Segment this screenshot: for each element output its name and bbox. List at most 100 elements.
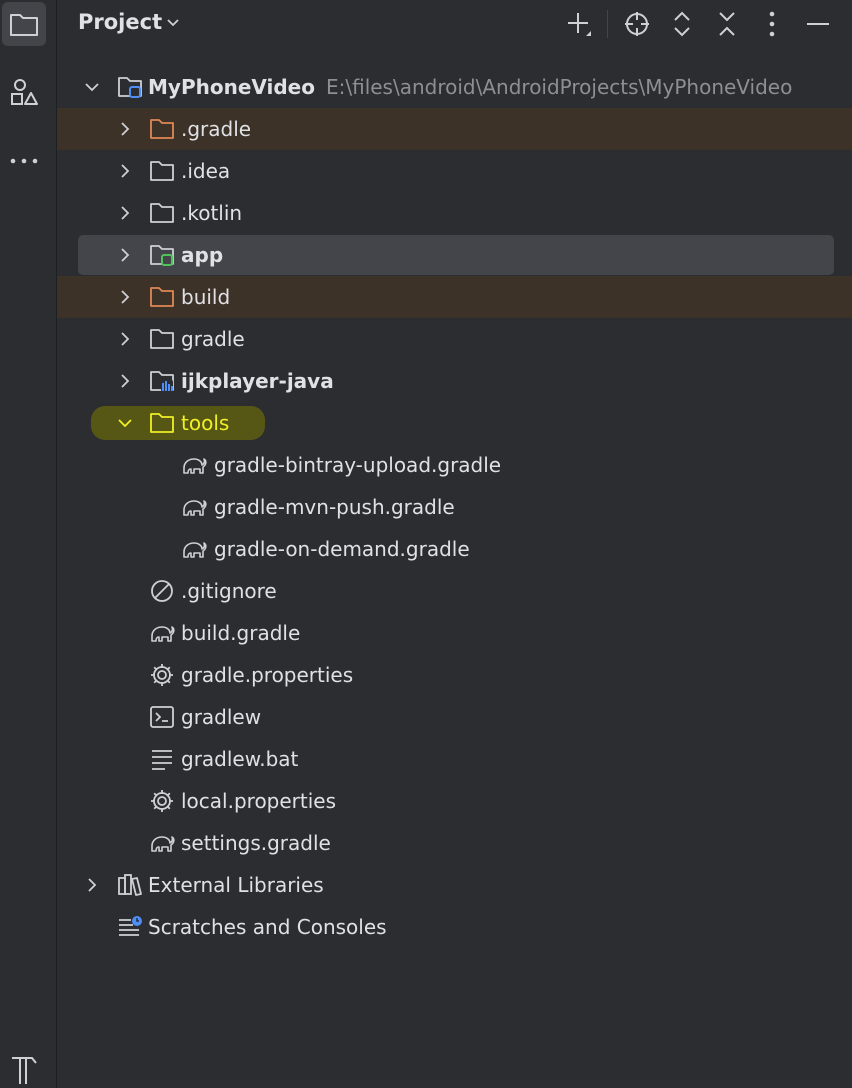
tree-row-file[interactable]: gradle-on-demand.gradle [57,528,852,570]
gradle-elephant-icon [183,542,207,558]
chevron-down-icon[interactable] [165,14,181,30]
tree-label-root: MyPhoneVideo E:\files\android\AndroidProj… [148,74,792,100]
gradle-elephant-icon [183,500,207,516]
gear-icon [151,790,173,812]
tree-row-idea[interactable]: .idea [57,150,852,192]
hide-panel-button[interactable] [802,8,834,40]
tree-label: gradle-on-demand.gradle [214,537,470,561]
chevron-right-icon[interactable] [84,877,100,893]
tree-row-file[interactable]: gradle-mvn-push.gradle [57,486,852,528]
folder-icon [150,203,174,223]
tree-row-kotlin[interactable]: .kotlin [57,192,852,234]
chevron-right-icon[interactable] [117,247,133,263]
tree-label: .kotlin [181,201,243,225]
tree-label: gradle.properties [181,663,354,687]
scratches-icon [119,916,142,936]
tree-label: .idea [181,159,231,183]
tree-label: Scratches and Consoles [148,915,387,939]
build-tool-button[interactable] [2,1050,46,1088]
module-folder-icon [118,77,142,98]
root-name: MyPhoneVideo [148,75,315,99]
chevron-right-icon[interactable] [117,121,133,137]
tool-window-stripe [0,0,57,1088]
tree-row-file[interactable]: gradle-bintray-upload.gradle [57,444,852,486]
tree-label: ijkplayer-java [181,369,334,393]
tree-label: gradle [181,327,245,351]
tree-row-external-libraries[interactable]: External Libraries [57,864,852,906]
collapse-all-button[interactable] [711,8,743,40]
tree-row-app[interactable]: app [57,234,852,276]
structure-tool-button[interactable] [2,70,46,114]
terminal-icon [150,706,174,728]
tree-row-gradle[interactable]: gradle [57,318,852,360]
tree-label: .gradle [181,117,252,141]
tree-label: gradle-bintray-upload.gradle [214,453,502,477]
gradle-elephant-icon [183,458,207,474]
excluded-folder-icon [150,119,174,139]
chevron-right-icon[interactable] [117,289,133,305]
add-icon [568,13,591,36]
more-tools-button[interactable] [2,139,46,183]
locate-button[interactable] [621,8,653,40]
chevron-down-icon[interactable] [117,415,133,431]
project-tool-button[interactable] [2,2,46,46]
chevron-right-icon[interactable] [117,205,133,221]
tree-row-tools[interactable]: tools [57,402,852,444]
tree-row-file[interactable]: .gitignore [57,570,852,612]
project-panel: Project MyPhoneVideo E:\files\android\And… [57,0,852,1088]
panel-title[interactable]: Project [78,10,162,34]
tree-row-file[interactable]: gradlew.bat [57,738,852,780]
shapes-icon [11,79,38,105]
add-button[interactable] [563,8,595,40]
tree-row-file[interactable]: gradle.properties [57,654,852,696]
tree-label: app [181,243,224,267]
tree-row-file[interactable]: build.gradle [57,612,852,654]
chevron-down-icon[interactable] [84,79,100,95]
tree-row-dot-gradle[interactable]: .gradle [57,108,852,150]
folder-icon [150,161,174,181]
tree-label: External Libraries [148,873,324,897]
collapse-all-icon [719,12,735,36]
minimize-icon [807,23,829,25]
chevron-right-icon[interactable] [117,163,133,179]
library-icon [118,874,142,896]
tree-label: tools [181,411,230,435]
gear-icon [151,664,173,686]
chevron-right-icon[interactable] [117,373,133,389]
tree-label: settings.gradle [181,831,331,855]
tree-label: build.gradle [181,621,301,645]
tree-row-ijkplayer-java[interactable]: ijkplayer-java [57,360,852,402]
expand-all-icon [674,11,690,37]
gradle-elephant-icon [151,626,175,642]
locate-icon [625,12,649,36]
chevron-right-icon[interactable] [117,331,133,347]
hammer-icon [12,1057,37,1084]
tree-label: build [181,285,231,309]
tree-row-file[interactable]: settings.gradle [57,822,852,864]
gradle-elephant-icon [151,836,175,852]
panel-header: Project [57,0,852,48]
folder-icon [150,413,174,433]
root-path: E:\files\android\AndroidProjects\MyPhone… [325,75,793,99]
tree-row-scratches[interactable]: Scratches and Consoles [57,906,852,948]
options-button[interactable] [756,8,788,40]
excluded-folder-icon [150,287,174,307]
folder-icon [10,14,38,36]
more-vertical-icon [769,11,775,37]
toolbar-separator [607,10,608,38]
tree-label: local.properties [181,789,337,813]
expand-all-button[interactable] [666,8,698,40]
android-module-folder-icon [150,245,174,266]
tree-label: gradlew.bat [181,747,299,771]
text-file-icon [152,750,172,770]
more-horizontal-icon [10,158,38,164]
tree-label: .gitignore [181,579,277,603]
tree-row-root[interactable]: MyPhoneVideo E:\files\android\AndroidProj… [57,66,852,108]
folder-icon [150,329,174,349]
tree-row-file[interactable]: gradlew [57,696,852,738]
tree-label: gradlew [181,705,262,729]
tree-row-build[interactable]: build [57,276,852,318]
tree-label: gradle-mvn-push.gradle [214,495,455,519]
library-module-folder-icon [150,371,174,392]
tree-row-file[interactable]: local.properties [57,780,852,822]
